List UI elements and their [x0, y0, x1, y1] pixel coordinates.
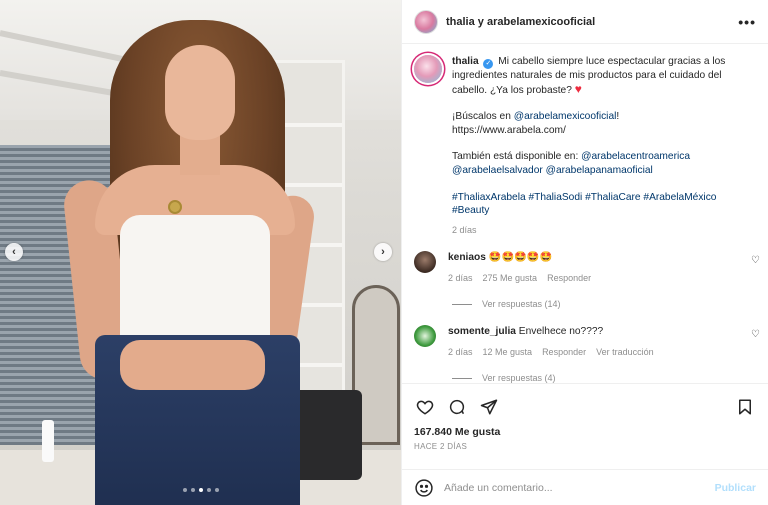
- caption-url: https://www.arabela.com/: [452, 124, 566, 136]
- face: [165, 45, 235, 140]
- comment-avatar[interactable]: [414, 325, 436, 348]
- comment-avatar[interactable]: [414, 251, 436, 274]
- comment-like-heart-icon[interactable]: ♡: [751, 329, 760, 340]
- verified-badge-icon: ✓: [483, 59, 494, 69]
- reply-button[interactable]: Responder: [547, 272, 591, 285]
- reply-button[interactable]: Responder: [542, 346, 586, 359]
- emoji-smile-icon[interactable]: [414, 478, 434, 498]
- post-actions: 167.840 Me gusta HACE 2 DÍAS Publicar: [402, 383, 768, 505]
- post-header: thalia y arabelamexicooficial •••: [402, 0, 768, 44]
- red-heart-icon: ♥: [574, 81, 582, 96]
- carousel-dots: [0, 488, 401, 492]
- caption-find-prefix: ¡Búscalos en: [452, 111, 514, 123]
- share-paper-plane-icon[interactable]: [478, 396, 500, 418]
- comment-bubble-icon[interactable]: [446, 396, 468, 418]
- caption-find-suffix: !: [616, 111, 620, 123]
- comments-list[interactable]: thalia ✓ Mi cabello siempre luce especta…: [402, 45, 768, 383]
- divider: [452, 303, 472, 305]
- post-date: HACE 2 DÍAS: [414, 442, 468, 451]
- comment-time: 2 días: [448, 347, 473, 358]
- comment-username[interactable]: keniaos: [448, 252, 486, 263]
- caption-username[interactable]: thalia: [452, 56, 479, 67]
- carousel-prev-button[interactable]: ‹: [5, 243, 23, 261]
- comment-item: keniaos 🤩🤩🤩🤩🤩 2 días 275 Me gusta Respon…: [402, 251, 768, 285]
- carousel-next-button[interactable]: ›: [374, 243, 392, 261]
- post-photo[interactable]: ‹ ›: [0, 0, 401, 505]
- likes-count[interactable]: 167.840 Me gusta: [402, 422, 768, 438]
- view-replies-label: Ver respuestas (14): [482, 299, 561, 310]
- carousel-dot: [190, 488, 195, 492]
- publish-button[interactable]: Publicar: [715, 482, 756, 494]
- comment-likes[interactable]: 12 Me gusta: [483, 346, 533, 359]
- carousel-dot: [206, 488, 211, 492]
- mention-link[interactable]: @arabelacentroamerica: [581, 151, 690, 162]
- view-replies-button[interactable]: Ver respuestas (14): [402, 299, 768, 309]
- like-heart-icon[interactable]: [414, 396, 436, 418]
- white-top: [120, 215, 270, 345]
- hands: [120, 340, 265, 390]
- carousel-dot-active: [198, 488, 203, 492]
- carousel-dot: [182, 488, 187, 492]
- view-replies-label: Ver respuestas (4): [482, 373, 556, 383]
- necklace-pendant: [168, 200, 182, 214]
- mention-link[interactable]: @arabelapanamaoficial: [546, 165, 653, 176]
- comment-input[interactable]: [444, 482, 715, 494]
- carousel-dot: [214, 488, 219, 492]
- comment-likes[interactable]: 275 Me gusta: [483, 272, 538, 285]
- comment-text: 🤩🤩🤩🤩🤩: [488, 252, 553, 264]
- comment-item: somente_julia Envelhece no???? 2 días 12…: [402, 325, 768, 359]
- hashtags[interactable]: #ThaliaxArabela #ThaliaSodi #ThaliaCare …: [452, 192, 716, 217]
- chevron-right-icon: ›: [381, 246, 385, 258]
- view-replies-button[interactable]: Ver respuestas (4): [402, 373, 768, 383]
- comment-like-heart-icon[interactable]: ♡: [751, 255, 760, 266]
- post-author-names[interactable]: thalia y arabelamexicooficial: [446, 16, 738, 28]
- post-side-panel: thalia y arabelamexicooficial ••• thalia…: [401, 0, 768, 505]
- translate-button[interactable]: Ver traducción: [596, 346, 654, 359]
- post-caption: thalia ✓ Mi cabello siempre luce especta…: [402, 45, 768, 237]
- caption-text: Mi cabello siempre luce espectacular gra…: [452, 56, 726, 96]
- bottle: [42, 420, 54, 462]
- add-comment-bar: Publicar: [402, 469, 768, 505]
- caption-time: 2 días: [452, 224, 477, 235]
- caption-avatar[interactable]: [414, 55, 442, 83]
- mention-link[interactable]: @arabelaelsalvador: [452, 165, 543, 176]
- comment-time: 2 días: [448, 273, 473, 284]
- mention-link[interactable]: @arabelamexicooficial: [514, 111, 617, 122]
- caption-also-prefix: También está disponible en:: [452, 151, 582, 163]
- comment-text: Envelhece no????: [518, 326, 604, 338]
- chevron-left-icon: ‹: [12, 246, 16, 258]
- more-options-icon[interactable]: •••: [738, 14, 756, 30]
- avatar[interactable]: [414, 9, 438, 34]
- bookmark-icon[interactable]: [734, 396, 756, 418]
- divider: [452, 377, 472, 379]
- chair: [292, 390, 362, 480]
- comment-username[interactable]: somente_julia: [448, 326, 516, 337]
